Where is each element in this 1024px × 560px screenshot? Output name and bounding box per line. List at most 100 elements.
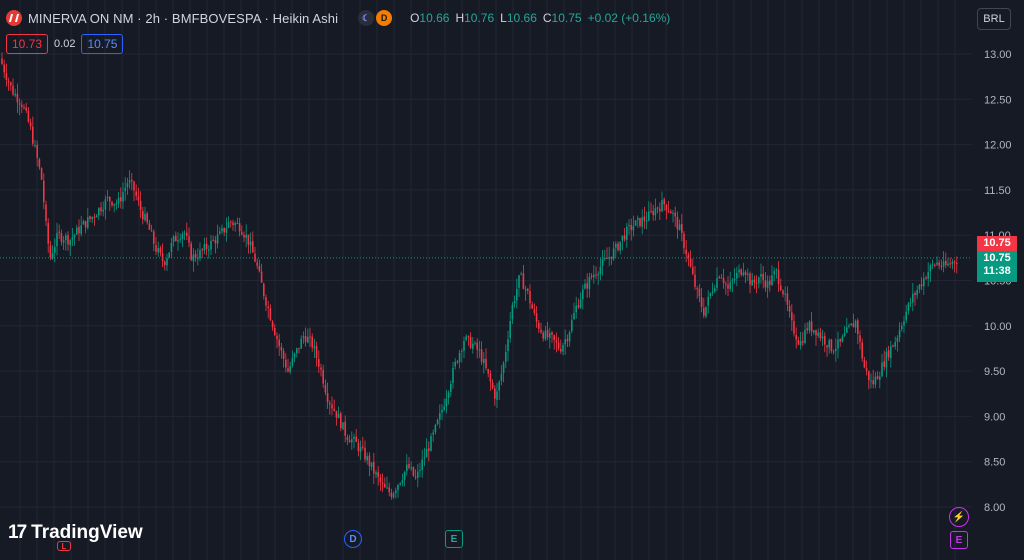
symbol-logo-icon[interactable] bbox=[6, 10, 22, 26]
candle-body bbox=[181, 233, 184, 240]
candle-body bbox=[131, 179, 133, 182]
event-marker-d[interactable]: D bbox=[344, 530, 362, 548]
candle-body bbox=[348, 440, 351, 443]
candle-body bbox=[313, 346, 316, 349]
candle-body bbox=[454, 361, 456, 367]
candle-body bbox=[38, 159, 41, 168]
candle-body bbox=[731, 280, 734, 282]
candle-body bbox=[848, 325, 850, 327]
candle-body bbox=[62, 240, 65, 243]
candle-body bbox=[410, 467, 412, 469]
candle-body bbox=[861, 342, 863, 359]
candle-body bbox=[208, 249, 210, 251]
candle-body bbox=[139, 200, 142, 210]
candle-body bbox=[269, 308, 272, 321]
candle-body bbox=[854, 320, 857, 328]
candle-body bbox=[522, 273, 525, 289]
ask-price-button[interactable]: 10.75 bbox=[81, 34, 124, 54]
candle-body bbox=[568, 332, 571, 342]
bar-countdown: 11:38 bbox=[983, 265, 1011, 277]
candle-body bbox=[487, 368, 489, 374]
candle-body bbox=[538, 322, 540, 329]
candle-body bbox=[282, 350, 285, 360]
candle-body bbox=[729, 282, 731, 289]
tradingview-logo[interactable]: 17 TradingView bbox=[8, 522, 143, 544]
price-axis-tick: 11.50 bbox=[984, 185, 1011, 197]
candle-body bbox=[788, 306, 791, 312]
candle-body bbox=[474, 342, 476, 344]
candle-body bbox=[458, 352, 461, 363]
candle-body bbox=[839, 338, 841, 342]
event-marker-e[interactable]: E bbox=[445, 530, 463, 548]
candle-body bbox=[575, 305, 577, 313]
candle-body bbox=[927, 272, 929, 279]
candle-body bbox=[527, 288, 529, 291]
candle-body bbox=[256, 262, 258, 266]
candle-body bbox=[150, 230, 153, 232]
dividends-badge[interactable]: D bbox=[376, 10, 393, 26]
candle-body bbox=[852, 323, 855, 328]
candle-body bbox=[430, 436, 432, 451]
price-chart[interactable]: 13.0012.5012.0011.5011.0010.5010.009.509… bbox=[0, 0, 1024, 560]
candle-body bbox=[648, 211, 650, 221]
candle-body bbox=[164, 261, 166, 266]
candle-body bbox=[353, 436, 355, 439]
candle-body bbox=[703, 307, 705, 316]
candle-body bbox=[786, 293, 789, 305]
candle-body bbox=[601, 259, 604, 266]
candle-body bbox=[890, 346, 892, 359]
symbol-title[interactable]: MINERVA ON NM · 2h · BMFBOVESPA · Heikin… bbox=[28, 11, 338, 26]
market-closed-icon[interactable]: ☾ bbox=[358, 10, 375, 26]
candle-body bbox=[870, 380, 872, 382]
ohlc-high: H10.76 bbox=[455, 11, 495, 25]
candle-body bbox=[183, 232, 186, 234]
candle-body bbox=[929, 265, 932, 272]
candle-body bbox=[909, 302, 912, 304]
candle-body bbox=[227, 222, 230, 228]
candle-body bbox=[67, 235, 69, 245]
candle-body bbox=[931, 264, 934, 266]
candle-body bbox=[247, 234, 250, 245]
candle-body bbox=[747, 273, 749, 276]
candle-body bbox=[824, 336, 826, 345]
candle-body bbox=[793, 321, 795, 334]
candle-body bbox=[300, 338, 302, 349]
candle-body bbox=[597, 274, 599, 276]
currency-button[interactable]: BRL bbox=[977, 8, 1011, 30]
candle-body bbox=[157, 248, 159, 253]
candle-body bbox=[643, 216, 646, 221]
bid-price-tag: 10.75 bbox=[977, 236, 1017, 251]
candle-body bbox=[445, 398, 448, 407]
candle-body bbox=[263, 283, 265, 297]
candle-body bbox=[579, 299, 582, 308]
candle-body bbox=[71, 237, 74, 240]
candle-body bbox=[161, 253, 164, 261]
last-price-label: 10.75 bbox=[983, 252, 1011, 264]
candle-body bbox=[120, 197, 122, 202]
candle-body bbox=[518, 275, 520, 288]
event-marker-e-purple[interactable]: E bbox=[950, 531, 968, 549]
candle-body bbox=[168, 252, 170, 258]
candle-body bbox=[45, 204, 47, 222]
event-marker-l[interactable]: L bbox=[57, 541, 71, 551]
candle-body bbox=[463, 340, 465, 351]
candle-body bbox=[553, 335, 555, 340]
candle-body bbox=[628, 225, 630, 227]
candle-body bbox=[186, 232, 188, 236]
candle-body bbox=[914, 292, 916, 295]
ohlc-close: C10.75 bbox=[542, 11, 582, 25]
candle-body bbox=[399, 482, 401, 485]
candle-body bbox=[716, 277, 718, 289]
bid-price-button[interactable]: 10.73 bbox=[6, 34, 49, 54]
candle-body bbox=[397, 484, 399, 491]
candle-body bbox=[472, 343, 474, 349]
candle-body bbox=[623, 235, 626, 240]
candle-body bbox=[586, 283, 588, 289]
candle-body bbox=[619, 241, 621, 251]
candle-body bbox=[696, 288, 698, 290]
candle-body bbox=[896, 337, 899, 342]
candle-body bbox=[412, 467, 415, 476]
flash-icon[interactable]: ⚡ bbox=[949, 507, 969, 527]
candle-body bbox=[32, 126, 34, 144]
candle-body bbox=[773, 271, 775, 275]
